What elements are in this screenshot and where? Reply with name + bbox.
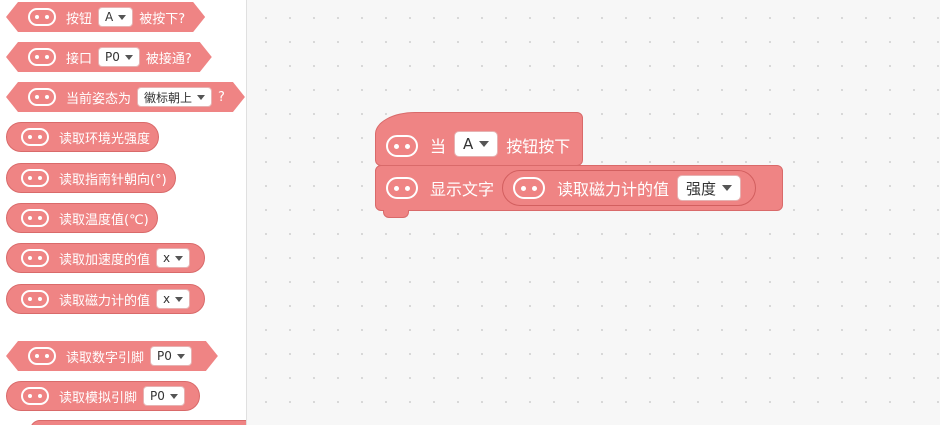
block-label: 当前姿态为 xyxy=(66,91,132,107)
analog-read-block[interactable]: 读取模拟引脚 P0 xyxy=(6,381,200,411)
button-dropdown[interactable]: A xyxy=(98,7,133,27)
chevron-down-icon xyxy=(722,185,733,191)
block-label: 读取磁力计的值 xyxy=(557,180,670,199)
block-label: 按钮 xyxy=(66,11,93,27)
block-palette: 按钮 A 被按下? 接口 P0 被接通? 当前姿态为 徽标朝上 ? 读取环境光强… xyxy=(0,0,247,425)
gesture-dropdown[interactable]: 徽标朝上 xyxy=(137,87,212,107)
block-label: 接口 xyxy=(66,51,93,67)
acceleration-block[interactable]: 读取加速度的值 x xyxy=(6,243,206,273)
block-label: 读取指南针朝向(°) xyxy=(59,172,167,188)
microbit-icon xyxy=(21,209,49,227)
magnetometer-block[interactable]: 读取磁力计的值 x xyxy=(6,284,206,314)
chevron-down-icon xyxy=(118,15,126,20)
microbit-icon xyxy=(28,48,56,66)
light-level-block[interactable]: 读取环境光强度 xyxy=(6,122,160,152)
magnetometer-dropdown[interactable]: 强度 xyxy=(677,175,742,201)
show-string-block[interactable]: 显示文字 读取磁力计的值 强度 xyxy=(375,165,783,211)
microbit-icon xyxy=(21,128,49,146)
block-label: 按钮按下 xyxy=(506,137,571,156)
workspace-canvas[interactable] xyxy=(248,0,940,425)
when-button-pressed-hat-block[interactable]: 当 A 按钮按下 xyxy=(375,112,583,166)
block-label: 读取磁力计的值 xyxy=(59,293,151,309)
block-label: 读取模拟引脚 xyxy=(59,390,138,406)
pin-connected-block[interactable]: 接口 P0 被接通? xyxy=(6,42,212,72)
microbit-icon xyxy=(21,249,49,267)
magnetometer-reporter-block[interactable]: 读取磁力计的值 强度 xyxy=(502,170,757,206)
chevron-down-icon xyxy=(175,296,184,302)
chevron-down-icon xyxy=(177,354,185,359)
block-connector-notch xyxy=(383,210,409,218)
block-label: 读取环境光强度 xyxy=(59,131,151,147)
microbit-icon xyxy=(386,177,418,199)
chevron-down-icon xyxy=(197,95,205,100)
microbit-icon xyxy=(28,88,56,106)
block-label: 被接通? xyxy=(145,51,192,67)
pin-dropdown[interactable]: P0 xyxy=(150,346,192,366)
chevron-down-icon xyxy=(175,255,184,261)
microbit-icon xyxy=(28,347,56,365)
block-label: ? xyxy=(218,89,225,105)
partial-block[interactable] xyxy=(30,420,246,425)
digital-read-block[interactable]: 读取数字引脚 P0 xyxy=(6,341,218,371)
block-label: 读取温度值(℃) xyxy=(59,212,149,228)
microbit-icon xyxy=(21,290,49,308)
block-label: 显示文字 xyxy=(430,180,495,199)
block-label: 读取数字引脚 xyxy=(66,350,145,366)
compass-heading-block[interactable]: 读取指南针朝向(°) xyxy=(6,163,176,193)
axis-dropdown[interactable]: x xyxy=(156,248,191,268)
chevron-down-icon xyxy=(479,141,490,147)
block-label: 被按下? xyxy=(139,11,186,27)
microbit-icon xyxy=(21,387,49,405)
chevron-down-icon xyxy=(125,55,133,60)
button-dropdown[interactable]: A xyxy=(454,131,499,157)
microbit-icon xyxy=(386,135,418,157)
temperature-block[interactable]: 读取温度值(℃) xyxy=(6,203,158,233)
block-label: 当 xyxy=(430,137,447,156)
axis-dropdown[interactable]: x xyxy=(156,289,191,309)
button-pressed-block[interactable]: 按钮 A 被按下? xyxy=(6,2,205,32)
microbit-icon xyxy=(21,169,49,187)
chevron-down-icon xyxy=(169,393,178,399)
block-label: 读取加速度的值 xyxy=(59,252,151,268)
microbit-icon xyxy=(513,177,546,199)
pin-dropdown[interactable]: P0 xyxy=(98,47,140,67)
gesture-block[interactable]: 当前姿态为 徽标朝上 ? xyxy=(6,82,245,112)
microbit-icon xyxy=(28,8,56,26)
pin-dropdown[interactable]: P0 xyxy=(143,386,185,406)
